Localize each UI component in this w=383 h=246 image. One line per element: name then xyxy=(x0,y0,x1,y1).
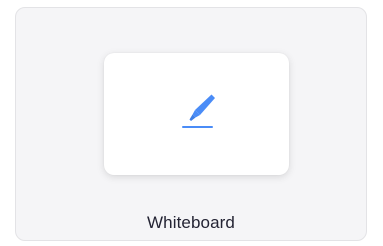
whiteboard-option-card[interactable]: Whiteboard xyxy=(15,7,367,241)
whiteboard-preview-tile xyxy=(104,53,289,175)
option-label: Whiteboard xyxy=(147,213,235,232)
highlighter-icon xyxy=(178,91,216,135)
